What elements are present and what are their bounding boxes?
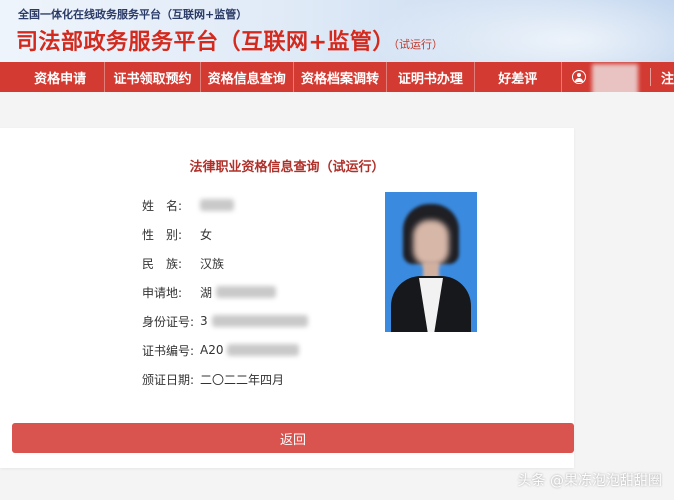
field-certificate-number: 证书编号: A20 bbox=[142, 341, 300, 359]
query-result-card: 法律职业资格信息查询（试运行） 姓 名: 性 别: 女 民 族: 汉族 申请地:… bbox=[0, 128, 574, 468]
nav-item-qualification-query[interactable]: 资格信息查询 bbox=[201, 62, 294, 92]
field-issue-date: 颁证日期: 二〇二二年四月 bbox=[142, 370, 284, 388]
photo-face-blurred bbox=[413, 220, 449, 266]
nav-item-certificate-appointment[interactable]: 证书领取预约 bbox=[105, 62, 201, 92]
nav-item-archive-transfer[interactable]: 资格档案调转 bbox=[294, 62, 388, 92]
page-background-right bbox=[574, 92, 674, 500]
field-label: 身份证号: bbox=[142, 314, 195, 329]
nav-item-certificate-handling[interactable]: 证明书办理 bbox=[387, 62, 475, 92]
field-name: 姓 名: bbox=[142, 196, 234, 214]
back-button[interactable]: 返回 bbox=[12, 423, 574, 453]
id-photo bbox=[385, 192, 477, 332]
platform-subtitle: 全国一体化在线政务服务平台（互联网+监管） bbox=[18, 8, 248, 21]
redacted-value bbox=[211, 315, 308, 327]
field-value: 女 bbox=[200, 227, 213, 242]
field-value: A20 bbox=[200, 343, 224, 357]
nav-item-rating[interactable]: 好差评 bbox=[475, 62, 562, 92]
redacted-value bbox=[227, 344, 300, 356]
field-ethnicity: 民 族: 汉族 bbox=[142, 254, 224, 272]
field-label: 性 别: bbox=[142, 227, 183, 242]
field-label: 民 族: bbox=[142, 256, 183, 271]
field-label: 证书编号: bbox=[142, 343, 195, 358]
card-title: 法律职业资格信息查询（试运行） bbox=[189, 160, 385, 175]
field-value: 3 bbox=[200, 314, 208, 328]
user-icon bbox=[571, 70, 586, 84]
trial-tag: （试运行） bbox=[388, 38, 443, 51]
field-label: 申请地: bbox=[142, 285, 183, 300]
banner-decoration bbox=[354, 0, 674, 62]
main-nav: 资格申请 证书领取预约 资格信息查询 资格档案调转 证明书办理 好差评 注 bbox=[0, 62, 674, 104]
user-menu[interactable]: 注 bbox=[562, 62, 674, 104]
platform-title: 司法部政务服务平台（互联网+监管） bbox=[16, 30, 395, 55]
field-id-number: 身份证号: 3 bbox=[142, 312, 308, 330]
nav-item-cut[interactable]: 注 bbox=[661, 68, 674, 87]
field-value: 汉族 bbox=[200, 256, 225, 271]
field-label: 姓 名: bbox=[142, 198, 183, 213]
nav-divider bbox=[649, 68, 651, 86]
redacted-value bbox=[200, 199, 234, 211]
redacted-value bbox=[216, 286, 277, 298]
header-banner: 全国一体化在线政务服务平台（互联网+监管） 司法部政务服务平台（互联网+监管） … bbox=[0, 0, 674, 62]
nav-item-qualification-apply[interactable]: 资格申请 bbox=[0, 62, 106, 92]
field-application-place: 申请地: 湖 bbox=[142, 283, 277, 301]
field-value: 二〇二二年四月 bbox=[200, 372, 285, 387]
field-value: 湖 bbox=[200, 285, 213, 300]
field-gender: 性 别: 女 bbox=[142, 225, 212, 243]
field-label: 颁证日期: bbox=[142, 372, 195, 387]
watermark: 头条 @果冻泡泡甜甜圈 bbox=[517, 473, 662, 489]
